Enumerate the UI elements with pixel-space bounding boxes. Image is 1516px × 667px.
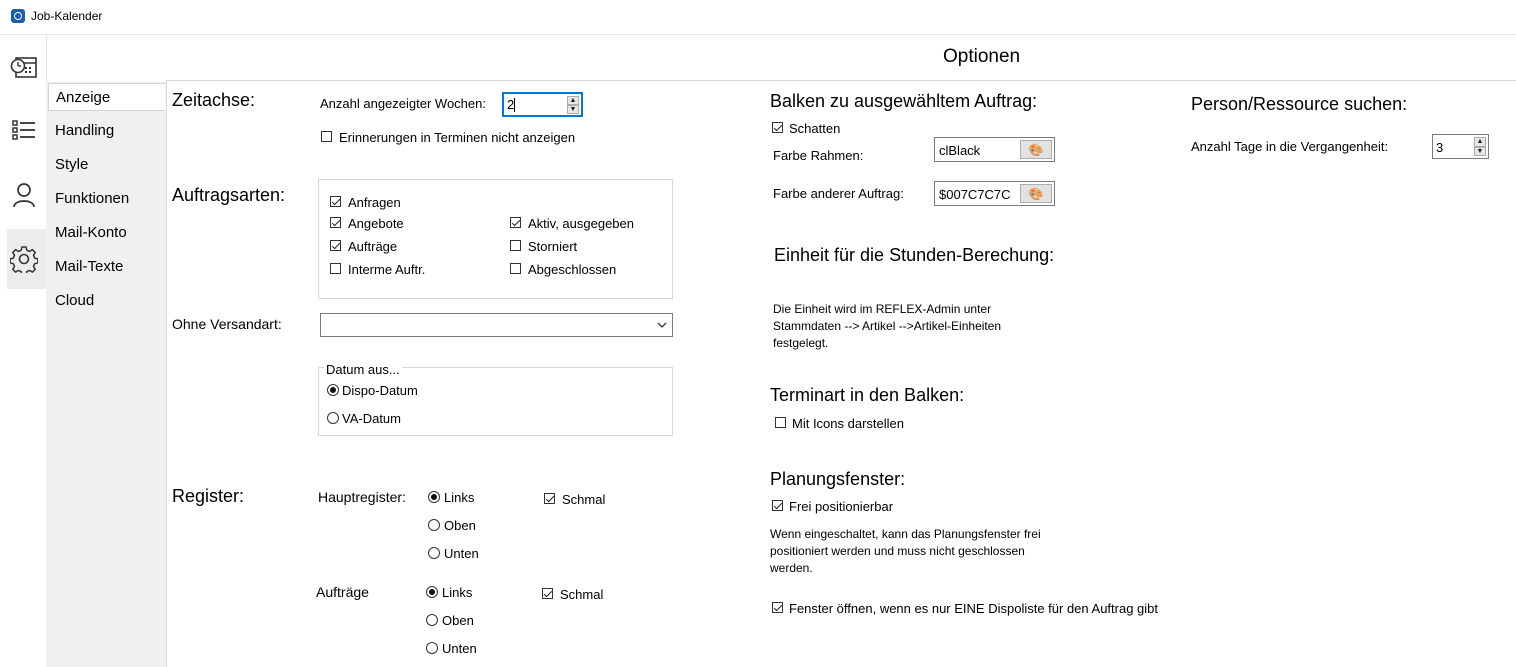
nav-item-handling[interactable]: Handling xyxy=(48,117,165,145)
icons-label: Mit Icons darstellen xyxy=(792,416,904,431)
anderer-label: Farbe anderer Auftrag: xyxy=(773,186,904,201)
icons-checkbox[interactable] xyxy=(775,417,786,428)
days-spin-input[interactable]: 3 ▲ ▼ xyxy=(1432,134,1489,159)
balken-heading: Balken zu ausgewähltem Auftrag: xyxy=(770,91,1038,111)
auftraege-label: Aufträge xyxy=(348,239,398,254)
gear-icon[interactable] xyxy=(9,244,39,274)
auftr-unten-label: Unten xyxy=(442,641,477,656)
interme-checkbox[interactable] xyxy=(330,263,341,274)
versandart-combo[interactable] xyxy=(320,313,673,337)
planung-heading: Planungsfenster: xyxy=(770,469,906,489)
app-logo-icon xyxy=(11,9,25,23)
rahmen-color-box[interactable]: clBlack 🎨 xyxy=(934,137,1055,162)
einheit-heading: Einheit für die Stunden-Berechung: xyxy=(774,245,1055,265)
va-datum-label: VA-Datum xyxy=(342,411,401,426)
frei-checkbox[interactable] xyxy=(772,500,783,511)
anderer-color-value: $007C7C7C xyxy=(939,187,1011,202)
haupt-links-label: Links xyxy=(444,490,475,505)
haupt-unten-label: Unten xyxy=(444,546,479,561)
nav-item-cloud[interactable]: Cloud xyxy=(48,287,165,315)
storniert-checkbox[interactable] xyxy=(510,240,521,251)
planung-text: Wenn eingeschaltet, kann das Planungsfen… xyxy=(770,527,1041,575)
hide-reminders-label: Erinnerungen in Terminen nicht anzeigen xyxy=(339,130,576,145)
list-icon[interactable] xyxy=(9,115,39,145)
person-heading: Person/Ressource suchen: xyxy=(1191,94,1408,114)
aktiv-label: Aktiv, ausgegeben xyxy=(528,216,634,231)
haupt-oben-label: Oben xyxy=(444,518,476,533)
hide-reminders-checkbox[interactable] xyxy=(321,131,332,142)
auftr-schmal-checkbox[interactable] xyxy=(542,588,553,599)
auftragsarten-heading: Auftragsarten: xyxy=(172,185,286,205)
haupt-oben-radio[interactable] xyxy=(428,519,440,531)
weeks-spinner[interactable]: ▲ ▼ xyxy=(567,96,579,114)
palette-icon[interactable]: 🎨 xyxy=(1020,184,1052,203)
angebote-label: Angebote xyxy=(348,216,404,231)
auftr-schmal-label: Schmal xyxy=(560,587,604,602)
page-title: Optionen xyxy=(943,46,1021,67)
auftr-links-label: Links xyxy=(442,585,473,600)
nav-item-style[interactable]: Style xyxy=(48,151,165,179)
auftr-oben-label: Oben xyxy=(442,613,474,628)
nav-item-mail-texte[interactable]: Mail-Texte xyxy=(48,253,165,281)
schatten-checkbox[interactable] xyxy=(772,122,783,133)
auftr-unten-radio[interactable] xyxy=(426,642,438,654)
nav-item-anzeige[interactable]: Anzeige xyxy=(48,83,165,111)
anfragen-checkbox[interactable] xyxy=(330,196,341,207)
nav-item-mail-konto[interactable]: Mail-Konto xyxy=(48,219,165,247)
hauptregister-label: Hauptregister: xyxy=(318,489,406,505)
auftr-oben-radio[interactable] xyxy=(426,614,438,626)
fenster-oeffnen-checkbox[interactable] xyxy=(772,602,783,613)
spin-up-icon[interactable]: ▲ xyxy=(567,96,579,105)
interme-label: Interme Auftr. xyxy=(348,262,426,277)
person-icon[interactable] xyxy=(9,180,39,210)
abgeschlossen-label: Abgeschlossen xyxy=(528,262,617,277)
angebote-checkbox[interactable] xyxy=(330,217,341,228)
auftraege-register-label: Aufträge xyxy=(316,584,369,600)
terminart-heading: Terminart in den Balken: xyxy=(770,385,965,405)
rahmen-label: Farbe Rahmen: xyxy=(773,148,864,163)
title-bar xyxy=(0,0,1516,35)
einheit-text: Die Einheit wird im REFLEX-Admin unter S… xyxy=(773,302,1002,350)
va-datum-radio[interactable] xyxy=(327,412,339,424)
register-heading: Register: xyxy=(172,486,245,506)
spin-up-icon[interactable]: ▲ xyxy=(1474,137,1486,147)
anfragen-label: Anfragen xyxy=(348,195,401,210)
text-caret xyxy=(514,98,515,112)
haupt-schmal-checkbox[interactable] xyxy=(544,493,555,504)
datum-legend: Datum aus... xyxy=(324,362,402,377)
chevron-down-icon[interactable] xyxy=(657,322,667,329)
haupt-unten-radio[interactable] xyxy=(428,547,440,559)
haupt-schmal-label: Schmal xyxy=(562,492,606,507)
versandart-label: Ohne Versandart: xyxy=(172,316,282,332)
spin-down-icon[interactable]: ▼ xyxy=(567,105,579,114)
haupt-links-radio[interactable] xyxy=(428,491,440,503)
abgeschlossen-checkbox[interactable] xyxy=(510,263,521,274)
frei-label: Frei positionierbar xyxy=(789,499,894,514)
weeks-label: Anzahl angezeigter Wochen: xyxy=(320,96,486,111)
fenster-oeffnen-label: Fenster öffnen, wenn es nur EINE Dispoli… xyxy=(789,601,1159,616)
anderer-color-box[interactable]: $007C7C7C 🎨 xyxy=(934,181,1055,206)
window-title: Job-Kalender xyxy=(31,9,103,23)
auftraege-checkbox[interactable] xyxy=(330,240,341,251)
spin-down-icon[interactable]: ▼ xyxy=(1474,146,1486,156)
rahmen-color-value: clBlack xyxy=(939,143,981,158)
dispo-datum-radio[interactable] xyxy=(327,384,339,396)
calendar-clock-icon[interactable] xyxy=(9,52,39,82)
aktiv-checkbox[interactable] xyxy=(510,217,521,228)
storniert-label: Storniert xyxy=(528,239,578,254)
palette-icon[interactable]: 🎨 xyxy=(1020,140,1052,159)
nav-item-funktionen[interactable]: Funktionen xyxy=(48,185,165,213)
dispo-datum-label: Dispo-Datum xyxy=(342,383,418,398)
days-label: Anzahl Tage in die Vergangenheit: xyxy=(1191,139,1389,154)
weeks-spin-input[interactable]: 2 ▲ ▼ xyxy=(502,92,583,117)
zeitachse-heading: Zeitachse: xyxy=(172,90,256,110)
days-value: 3 xyxy=(1436,140,1444,155)
auftr-links-radio[interactable] xyxy=(426,586,438,598)
days-spinner[interactable]: ▲ ▼ xyxy=(1474,137,1486,156)
schatten-label: Schatten xyxy=(789,121,841,136)
